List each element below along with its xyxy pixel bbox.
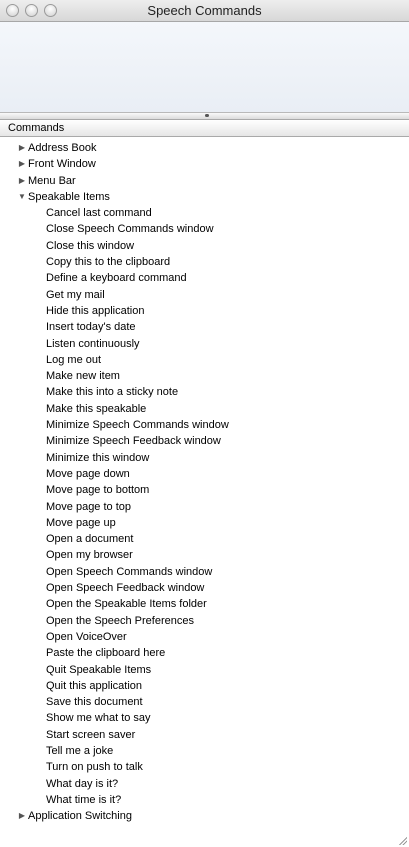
command-item[interactable]: Open my browser — [0, 547, 409, 563]
command-item-label: Quit this application — [46, 679, 142, 692]
command-item[interactable]: Define a keyboard command — [0, 270, 409, 286]
command-item[interactable]: Minimize Speech Feedback window — [0, 433, 409, 449]
outline-group[interactable]: ▶ Menu Bar — [0, 173, 409, 189]
command-item[interactable]: What time is it? — [0, 792, 409, 808]
commands-outline-list: ▶ Address Book ▶ Front Window ▶ Menu Bar ▼ Spea… — [0, 140, 409, 824]
outline-group-label: Address Book — [28, 142, 97, 154]
command-item-label: Open Speech Commands window — [46, 565, 213, 578]
outline-group[interactable]: ▶ Address Book — [0, 140, 409, 156]
command-item-label: Close Speech Commands window — [46, 223, 214, 236]
speech-commands-window: Speech Commands Commands ▶ Address Book ▶ F… — [0, 0, 409, 847]
command-item-label: Listen continuously — [46, 337, 140, 350]
command-item[interactable]: Open a document — [0, 531, 409, 547]
command-item[interactable]: Copy this to the clipboard — [0, 254, 409, 270]
command-item[interactable]: Close Speech Commands window — [0, 221, 409, 237]
command-item[interactable]: Move page up — [0, 515, 409, 531]
command-item[interactable]: Get my mail — [0, 287, 409, 303]
command-item-label: Log me out — [46, 353, 102, 366]
commands-column-header[interactable]: Commands — [0, 120, 409, 137]
outline-group-label: Application Switching — [28, 810, 132, 823]
command-item[interactable]: Open Speech Commands window — [0, 564, 409, 580]
command-item-label: Close this window — [46, 239, 135, 252]
command-item-label: Show me what to say — [46, 712, 151, 725]
command-item-label: Open the Speakable Items folder — [46, 598, 207, 611]
command-item-label: Make new item — [46, 370, 120, 383]
command-item-label: Move page down — [46, 467, 130, 480]
command-item[interactable]: Tell me a joke — [0, 743, 409, 759]
outline-group[interactable]: ▶ Application Switching — [0, 808, 409, 824]
command-item[interactable]: Open the Speech Preferences — [0, 613, 409, 629]
title-bar[interactable]: Speech Commands — [0, 0, 409, 22]
feedback-message-area — [0, 22, 409, 113]
command-item-label: What day is it? — [46, 777, 119, 790]
command-item[interactable]: Open VoiceOver — [0, 629, 409, 645]
outline-group-label: Menu Bar — [28, 174, 76, 187]
command-item-label: Start screen saver — [46, 728, 136, 741]
command-item[interactable]: Make this speakable — [0, 401, 409, 417]
command-item-label: Make this into a sticky note — [46, 386, 179, 399]
command-item[interactable]: Show me what to say — [0, 710, 409, 726]
disclosure-triangle-right-icon[interactable]: ▶ — [17, 156, 27, 172]
command-item[interactable]: Make this into a sticky note — [0, 384, 409, 400]
command-item-label: Make this speakable — [46, 402, 147, 415]
command-item-label: Minimize Speech Commands window — [46, 419, 229, 432]
command-item-label: Quit Speakable Items — [46, 663, 152, 676]
splitter-grip-icon — [205, 114, 209, 117]
command-item[interactable]: What day is it? — [0, 776, 409, 792]
command-item-label: Paste the clipboard here — [46, 647, 166, 660]
command-item[interactable]: Paste the clipboard here — [0, 645, 409, 661]
command-item[interactable]: Move page to bottom — [0, 482, 409, 498]
disclosure-triangle-right-icon[interactable]: ▶ — [17, 808, 27, 824]
command-item[interactable]: Quit this application — [0, 678, 409, 694]
outline-group-label: Front Window — [28, 158, 96, 171]
command-item-label: Minimize this window — [46, 451, 150, 464]
command-item-label: Open Speech Feedback window — [46, 582, 205, 595]
command-item-label: Open my browser — [46, 549, 133, 562]
command-item-label: Move page to top — [46, 500, 132, 513]
command-item-label: Tell me a joke — [46, 744, 114, 757]
disclosure-triangle-down-icon[interactable]: ▼ — [17, 189, 27, 205]
command-item[interactable]: Start screen saver — [0, 727, 409, 743]
window-title: Speech Commands — [147, 3, 262, 18]
command-item[interactable]: Hide this application — [0, 303, 409, 319]
command-item-label: Cancel last command — [46, 207, 152, 220]
resize-grip-icon[interactable] — [398, 836, 407, 845]
outline-group[interactable]: ▶ Front Window — [0, 156, 409, 172]
command-item[interactable]: Open Speech Feedback window — [0, 580, 409, 596]
outline-group[interactable]: ▼ Speakable Items — [0, 189, 409, 205]
command-item-label: Get my mail — [46, 288, 105, 301]
command-item[interactable]: Minimize Speech Commands window — [0, 417, 409, 433]
command-item[interactable]: Turn on push to talk — [0, 759, 409, 775]
command-item-label: Open the Speech Preferences — [46, 614, 194, 627]
command-item-label: Save this document — [46, 696, 143, 709]
command-item[interactable]: Close this window — [0, 238, 409, 254]
command-item[interactable]: Move page to top — [0, 499, 409, 515]
command-item-label: Move page up — [46, 516, 116, 529]
command-item[interactable]: Cancel last command — [0, 205, 409, 221]
command-item-label: Copy this to the clipboard — [46, 256, 171, 269]
command-item[interactable]: Quit Speakable Items — [0, 662, 409, 678]
command-item-label: Define a keyboard command — [46, 272, 187, 285]
command-item-label: What time is it? — [46, 793, 122, 806]
command-item[interactable]: Insert today's date — [0, 319, 409, 335]
command-item-label: Hide this application — [46, 304, 145, 317]
command-item[interactable]: Make new item — [0, 368, 409, 384]
command-item[interactable]: Save this document — [0, 694, 409, 710]
command-item[interactable]: Move page down — [0, 466, 409, 482]
command-item[interactable]: Listen continuously — [0, 336, 409, 352]
command-item-label: Turn on push to talk — [46, 761, 143, 774]
command-item[interactable]: Log me out — [0, 352, 409, 368]
disclosure-triangle-right-icon[interactable]: ▶ — [17, 173, 27, 189]
command-item-label: Open a document — [46, 533, 134, 546]
command-item-label: Move page to bottom — [46, 484, 150, 497]
command-item[interactable]: Minimize this window — [0, 450, 409, 466]
command-item-label: Minimize Speech Feedback window — [46, 435, 221, 448]
pane-splitter[interactable] — [0, 113, 409, 120]
command-item-label: Insert today's date — [46, 321, 136, 334]
disclosure-triangle-right-icon[interactable]: ▶ — [17, 140, 27, 156]
command-item-label: Open VoiceOver — [46, 630, 127, 643]
command-item[interactable]: Open the Speakable Items folder — [0, 596, 409, 612]
outline-group-label: Speakable Items — [28, 190, 110, 203]
